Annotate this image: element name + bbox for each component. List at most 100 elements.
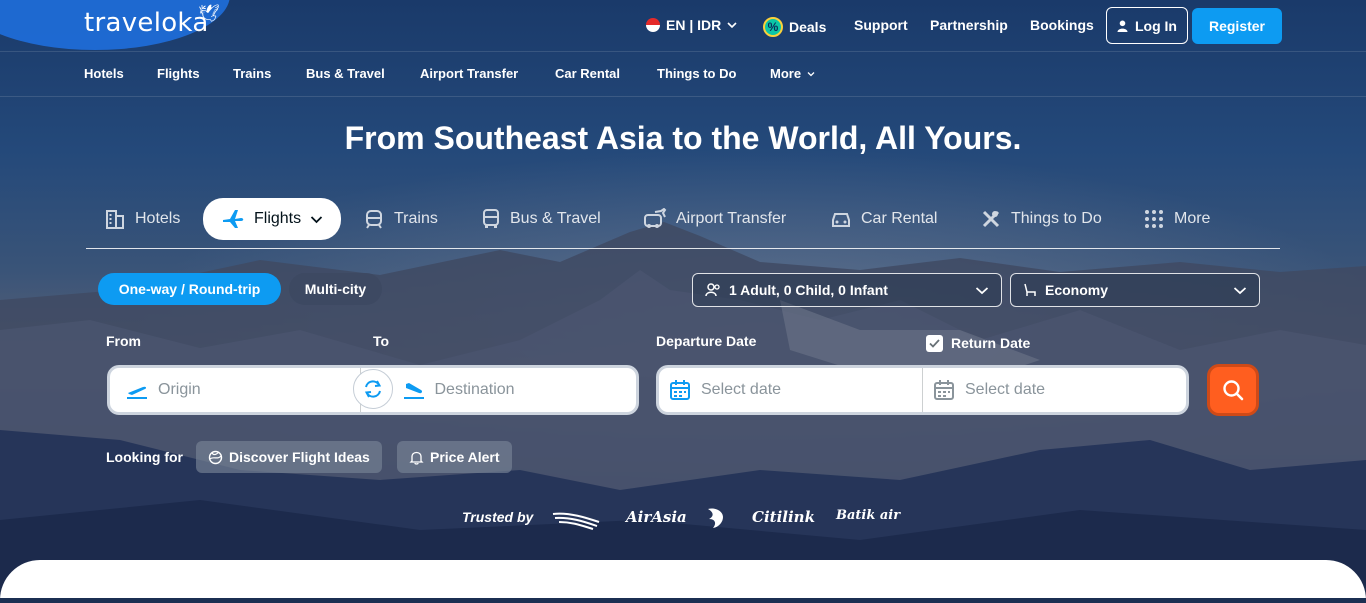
- from-label: From: [106, 333, 141, 349]
- departure-date-field[interactable]: [659, 368, 922, 412]
- landing-icon: [403, 383, 424, 399]
- grid-icon: [1145, 210, 1163, 228]
- product-tabs: Hotels Flights Trains Bus & Travel Airpo…: [86, 196, 1280, 249]
- tab-bus-travel[interactable]: Bus & Travel: [481, 198, 601, 240]
- swap-route-button[interactable]: [353, 369, 393, 409]
- tab-more-label: More: [1174, 210, 1211, 227]
- check-icon: [929, 339, 940, 348]
- calendar-icon: [670, 380, 690, 400]
- departure-date-input[interactable]: [701, 381, 881, 399]
- garuda-logo-icon: [551, 508, 601, 537]
- tab-flights-label: Flights: [254, 210, 302, 227]
- tab-airport-transfer-label: Airport Transfer: [676, 210, 787, 227]
- content-card-top: [0, 560, 1366, 603]
- tab-things-to-do-label: Things to Do: [1011, 210, 1102, 227]
- tab-bus-travel-label: Bus & Travel: [510, 210, 601, 227]
- destination-field[interactable]: [359, 368, 637, 412]
- tab-car-rental[interactable]: Car Rental: [830, 198, 937, 240]
- tab-car-rental-label: Car Rental: [861, 210, 938, 227]
- destination-input[interactable]: [434, 381, 615, 399]
- passenger-summary: 1 Adult, 0 Child, 0 Infant: [729, 282, 888, 298]
- deals-label: Deals: [789, 19, 827, 35]
- seat-class-selector[interactable]: Economy: [1010, 273, 1260, 307]
- tab-hotels[interactable]: Hotels: [104, 198, 180, 240]
- return-date-input[interactable]: [965, 381, 1145, 399]
- subnav-bus-travel[interactable]: Bus & Travel: [306, 66, 385, 81]
- origin-input[interactable]: [158, 381, 338, 399]
- percent-icon: %: [763, 17, 783, 37]
- chevron-down-icon: [310, 215, 323, 223]
- multicity-toggle[interactable]: Multi-city: [289, 273, 382, 305]
- return-date-label: Return Date: [951, 335, 1031, 351]
- partnership-link[interactable]: Partnership: [930, 17, 1008, 33]
- lion-air-logo-icon: [703, 505, 729, 536]
- language-currency-selector[interactable]: EN | IDR: [646, 17, 737, 33]
- support-link[interactable]: Support: [854, 17, 908, 33]
- bookings-link[interactable]: Bookings: [1030, 17, 1094, 33]
- date-field-group: [656, 365, 1189, 415]
- passenger-selector[interactable]: 1 Adult, 0 Child, 0 Infant: [692, 273, 1002, 307]
- things-to-do-icon: [982, 210, 1000, 228]
- chevron-down-icon: [975, 286, 989, 294]
- subnav-airport-transfer[interactable]: Airport Transfer: [420, 66, 518, 81]
- tab-hotels-label: Hotels: [135, 210, 181, 227]
- discover-label: Discover Flight Ideas: [229, 449, 370, 465]
- tab-airport-transfer[interactable]: Airport Transfer: [643, 198, 786, 240]
- airasia-logo: AirAsia: [626, 508, 687, 526]
- swap-icon: [364, 380, 382, 398]
- tab-flights[interactable]: Flights: [203, 198, 342, 240]
- hotel-icon: [106, 210, 124, 229]
- chevron-down-icon: [727, 22, 737, 29]
- subnav-car-rental[interactable]: Car Rental: [555, 66, 620, 81]
- chevron-down-icon: [1233, 286, 1247, 294]
- return-date-field[interactable]: [922, 368, 1186, 412]
- return-date-checkbox[interactable]: [926, 335, 943, 352]
- top-header: traveloka 🕊 EN | IDR % Deals Support Par…: [0, 0, 1366, 52]
- car-icon: [832, 213, 850, 227]
- calendar-icon: [934, 380, 954, 400]
- subnav-hotels[interactable]: Hotels: [84, 66, 124, 81]
- deals-link[interactable]: % Deals: [763, 17, 826, 37]
- user-icon: [1117, 20, 1128, 32]
- login-label: Log In: [1135, 17, 1177, 34]
- train-icon: [366, 210, 382, 229]
- airplane-icon: [223, 210, 244, 228]
- seat-icon: [1024, 283, 1036, 296]
- sub-navigation: Hotels Flights Trains Bus & Travel Airpo…: [0, 52, 1366, 97]
- language-label: EN | IDR: [666, 17, 722, 33]
- tab-more[interactable]: More: [1143, 198, 1210, 240]
- tab-trains[interactable]: Trains: [363, 198, 438, 240]
- price-alert-button[interactable]: Price Alert: [397, 441, 512, 473]
- citilink-logo: Citilink: [752, 508, 815, 526]
- airport-transfer-icon: [644, 208, 667, 228]
- subnav-more[interactable]: More: [770, 66, 815, 81]
- tab-trains-label: Trains: [394, 210, 438, 227]
- subnav-flights[interactable]: Flights: [157, 66, 200, 81]
- tab-things-to-do[interactable]: Things to Do: [980, 198, 1102, 240]
- price-alert-label: Price Alert: [430, 449, 500, 465]
- indonesia-flag-icon: [646, 18, 660, 32]
- batik-air-logo: Batik air: [836, 508, 901, 523]
- login-button[interactable]: Log In: [1106, 7, 1188, 44]
- bell-icon: [409, 451, 424, 465]
- oneway-roundtrip-toggle[interactable]: One-way / Round-trip: [98, 273, 281, 305]
- search-flights-button[interactable]: [1207, 364, 1259, 416]
- register-button[interactable]: Register: [1192, 8, 1282, 44]
- bus-icon: [483, 209, 499, 228]
- subnav-more-label: More: [770, 66, 802, 81]
- origin-field[interactable]: [110, 368, 360, 412]
- traveloka-logo[interactable]: traveloka: [84, 8, 209, 38]
- departure-date-label: Departure Date: [656, 333, 757, 349]
- subnav-trains[interactable]: Trains: [233, 66, 271, 81]
- looking-for-label: Looking for: [106, 449, 183, 465]
- chevron-down-icon: [807, 71, 815, 76]
- takeoff-icon: [127, 386, 147, 399]
- search-icon: [1223, 380, 1244, 401]
- discover-flight-ideas-button[interactable]: Discover Flight Ideas: [196, 441, 382, 473]
- globe-icon: [208, 450, 223, 464]
- trusted-by-label: Trusted by: [462, 509, 534, 525]
- subnav-things-to-do[interactable]: Things to Do: [657, 66, 736, 81]
- hero-title: From Southeast Asia to the World, All Yo…: [344, 120, 1022, 156]
- bird-logo-icon: 🕊: [198, 4, 220, 23]
- passengers-icon: [705, 283, 720, 297]
